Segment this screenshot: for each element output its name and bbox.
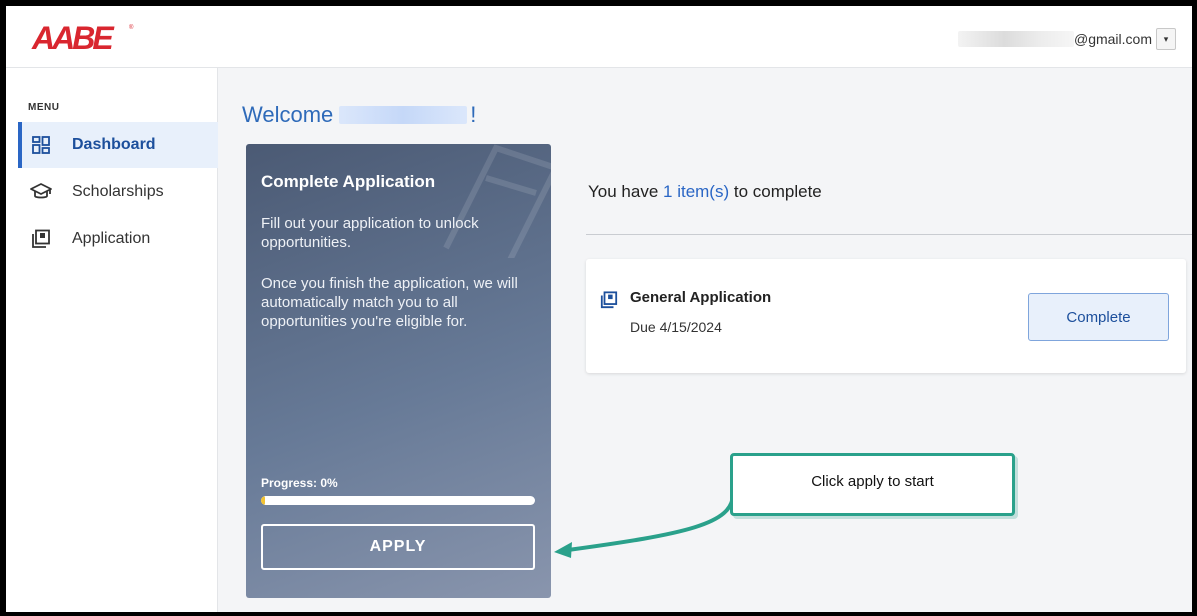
complete-application-card: Complete Application Fill out your appli… — [246, 144, 551, 598]
svg-text:®: ® — [129, 24, 134, 31]
divider — [586, 234, 1192, 235]
items-to-complete-heading: You have 1 item(s) to complete — [588, 182, 822, 202]
sidebar-item-label: Dashboard — [72, 136, 156, 153]
welcome-prefix: Welcome — [242, 102, 334, 127]
top-header: AABE ® @gmail.com ▾ — [6, 6, 1192, 68]
page-title: Welcome ! — [242, 102, 476, 128]
menu-label: MENU — [28, 102, 60, 113]
account-menu[interactable]: @gmail.com ▾ — [957, 26, 1176, 52]
annotation-callout: Click apply to start — [730, 453, 1015, 516]
sidebar-item-application[interactable]: Application — [18, 216, 218, 262]
apply-button[interactable]: APPLY — [261, 524, 535, 570]
progress-label: Progress: 0% — [261, 476, 338, 490]
account-email: @gmail.com — [1073, 31, 1152, 47]
card-description: Once you finish the application, we will… — [261, 275, 518, 330]
card-title: Complete Application — [261, 172, 436, 191]
task-card-general-application: General Application Due 4/15/2024 Comple… — [586, 259, 1186, 373]
sidebar-item-scholarships[interactable]: Scholarships — [18, 169, 218, 215]
complete-button[interactable]: Complete — [1028, 293, 1169, 341]
heading-prefix: You have — [588, 182, 659, 201]
email-redacted — [957, 31, 1074, 47]
app-window: AABE ® @gmail.com ▾ MENU Dashboard Schol… — [6, 6, 1192, 612]
application-icon — [30, 228, 52, 250]
annotation-arrow-icon — [554, 493, 735, 558]
dashboard-icon — [30, 134, 52, 156]
user-name-redacted — [339, 106, 468, 124]
welcome-suffix: ! — [470, 102, 477, 127]
items-count: 1 item(s) — [663, 182, 730, 201]
task-due-date: Due 4/15/2024 — [630, 319, 722, 335]
progress-bar — [261, 496, 535, 505]
progress-bar-fill — [261, 496, 265, 505]
aabe-logo[interactable]: AABE ® — [30, 20, 140, 54]
account-dropdown-button[interactable]: ▾ — [1156, 28, 1176, 50]
sidebar-item-label: Application — [72, 230, 151, 247]
task-title: General Application — [630, 289, 772, 306]
application-icon — [600, 291, 618, 309]
sidebar: MENU Dashboard Scholarships Application — [6, 68, 218, 612]
card-description: Fill out your application to unlock oppo… — [261, 215, 479, 251]
sidebar-item-label: Scholarships — [72, 183, 164, 200]
heading-suffix: to complete — [733, 182, 822, 201]
sidebar-item-dashboard[interactable]: Dashboard — [18, 122, 218, 168]
svg-text:AABE: AABE — [31, 20, 115, 54]
graduation-cap-icon — [30, 181, 52, 203]
